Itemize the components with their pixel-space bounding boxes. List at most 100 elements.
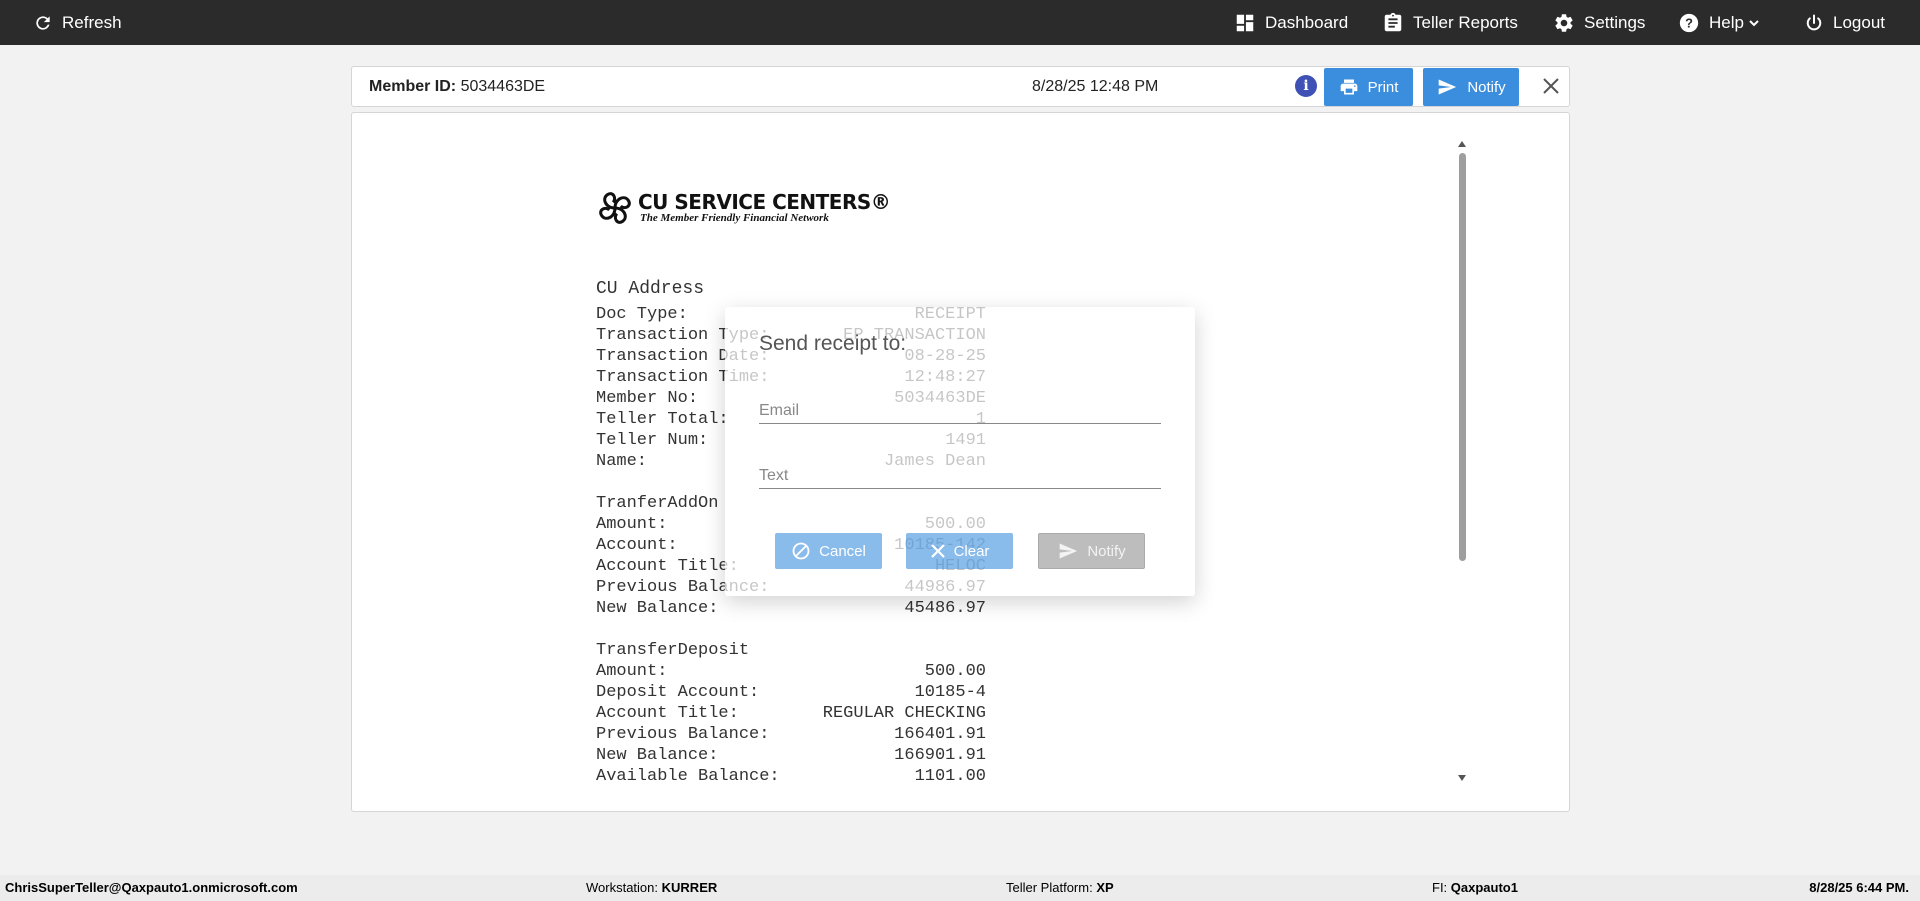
scroll-up-arrow[interactable] xyxy=(1458,141,1466,147)
receipt-datetime: 8/28/25 12:48 PM xyxy=(1032,78,1159,95)
text-field[interactable] xyxy=(759,457,1161,487)
nav-settings-label: Settings xyxy=(1584,12,1646,32)
fi-label: FI: xyxy=(1432,880,1448,895)
nav-help-label: Help xyxy=(1709,12,1744,32)
receipt-line-label: New Balance: xyxy=(596,746,719,765)
help-icon: ? xyxy=(1679,13,1699,32)
receipt-line-label: Available Balance: xyxy=(596,767,780,786)
platform-label: Teller Platform: xyxy=(1006,880,1093,895)
info-icon[interactable]: i xyxy=(1295,75,1317,97)
send-icon xyxy=(1438,79,1457,95)
section-title-text: TranferAddOn xyxy=(596,494,719,513)
print-label: Print xyxy=(1367,78,1399,96)
member-id-value: 5034463DE xyxy=(460,78,546,95)
power-icon xyxy=(1806,14,1822,30)
clipboard-icon xyxy=(1384,12,1402,31)
receipt-line-label: Teller Total: xyxy=(596,410,729,429)
dialog-notify-label: Notify xyxy=(1087,542,1126,560)
close-icon[interactable] xyxy=(1538,73,1564,99)
fi-value: Qaxpauto1 xyxy=(1450,880,1518,895)
receipt-address: CU Address xyxy=(596,275,986,304)
nav-dashboard[interactable]: Dashboard xyxy=(1234,0,1348,45)
notify-label: Notify xyxy=(1467,78,1506,96)
send-receipt-dialog: Send receipt to: Cancel Clear Notify xyxy=(725,307,1195,596)
footer-datetime: 8/28/25 6:44 PM. xyxy=(1809,880,1909,895)
nav-dashboard-label: Dashboard xyxy=(1265,12,1349,32)
workstation-value: KURRER xyxy=(661,880,718,895)
receipt-line-value: 1101.00 xyxy=(914,767,986,786)
chevron-down-icon xyxy=(1749,19,1759,26)
receipt-line: New Balance: 45486.97 xyxy=(596,598,986,619)
receipt-line: Deposit Account: 10185-4 xyxy=(596,682,986,703)
receipt-line-label: Member No: xyxy=(596,389,699,408)
block-icon xyxy=(792,542,810,560)
gear-icon xyxy=(1555,13,1573,32)
platform-value: XP xyxy=(1096,880,1114,895)
member-id: Member ID: 5034463DE xyxy=(369,78,545,96)
cancel-label: Cancel xyxy=(819,542,866,560)
receipt-line-label: Deposit Account: xyxy=(596,683,760,702)
clear-button[interactable]: Clear xyxy=(906,533,1013,569)
receipt-line: Previous Balance: 166401.91 xyxy=(596,724,986,745)
status-bar: ChrisSuperTeller@Qaxpauto1.onmicrosoft.c… xyxy=(0,875,1920,901)
dialog-title: Send receipt to: xyxy=(759,332,907,355)
section-title: TransferDeposit xyxy=(596,640,986,661)
receipt-line-label: Doc Type: xyxy=(596,305,688,324)
receipt-line-value: REGULAR CHECKING xyxy=(822,704,986,723)
footer-platform: Teller Platform: XP xyxy=(1006,880,1114,895)
print-button[interactable]: Print xyxy=(1324,68,1413,106)
receipt-line-label: Amount: xyxy=(596,662,668,681)
member-id-label: Member ID: xyxy=(369,78,457,95)
nav-teller-reports[interactable]: Teller Reports xyxy=(1382,0,1518,45)
receipt-header-bar: Member ID: 5034463DE 8/28/25 12:48 PM i … xyxy=(351,66,1570,107)
refresh-label: Refresh xyxy=(62,12,122,32)
receipt-scrollbar[interactable] xyxy=(1458,141,1466,781)
clear-label: Clear xyxy=(953,542,990,560)
receipt-line-value: 45486.97 xyxy=(904,599,986,618)
receipt-line-label: New Balance: xyxy=(596,599,719,618)
logo-title: CU SERVICE CENTERS® xyxy=(638,190,891,214)
dashboard-icon xyxy=(1236,14,1254,31)
dialog-notify-button[interactable]: Notify xyxy=(1038,533,1145,569)
logout-button[interactable]: Logout xyxy=(1804,0,1885,45)
close-icon xyxy=(930,544,945,558)
receipt-address-text: CU Address xyxy=(596,279,705,299)
email-field[interactable] xyxy=(759,392,1161,422)
top-nav-bar: Refresh Dashboard Teller Reports Setting… xyxy=(0,0,1920,45)
receipt-line: New Balance: 166901.91 xyxy=(596,745,986,766)
receipt-line-value: 166401.91 xyxy=(894,725,986,744)
receipt-line-label: Teller Num: xyxy=(596,431,709,450)
receipt-line-value: 10185-4 xyxy=(914,683,986,702)
receipt-line: Account Title: REGULAR CHECKING xyxy=(596,703,986,724)
receipt-line-value: 500.00 xyxy=(924,662,986,681)
cu-service-centers-logo: CU SERVICE CENTERS® The Member Friendly … xyxy=(596,188,891,228)
notify-button[interactable]: Notify xyxy=(1423,68,1519,106)
section-title-text: TransferDeposit xyxy=(596,641,750,660)
receipt-line-label: Previous Balance: xyxy=(596,725,770,744)
nav-settings[interactable]: Settings xyxy=(1553,0,1645,45)
refresh-button[interactable]: Refresh xyxy=(33,0,122,45)
receipt-line: Available Balance: 1101.00 xyxy=(596,766,986,787)
scroll-thumb[interactable] xyxy=(1459,153,1466,561)
text-field-wrapper xyxy=(759,457,1161,489)
logout-label: Logout xyxy=(1833,12,1885,32)
workstation-label: Workstation: xyxy=(586,880,659,895)
nav-help[interactable]: ? Help xyxy=(1678,0,1760,45)
footer-fi: FI: Qaxpauto1 xyxy=(1432,880,1518,895)
email-field-wrapper xyxy=(759,392,1161,424)
logo-swirl-icon xyxy=(599,192,631,224)
receipt-line-label: Amount: xyxy=(596,515,668,534)
send-icon xyxy=(1059,543,1078,559)
receipt-line-label: Account: xyxy=(596,536,678,555)
cancel-button[interactable]: Cancel xyxy=(775,533,882,569)
receipt-line: Amount: 500.00 xyxy=(596,661,986,682)
nav-teller-reports-label: Teller Reports xyxy=(1413,12,1518,32)
printer-icon xyxy=(1340,79,1357,95)
receipt-line-label: Account Title: xyxy=(596,557,739,576)
receipt-line-label: Name: xyxy=(596,452,648,471)
footer-workstation: Workstation: KURRER xyxy=(586,880,717,895)
refresh-icon xyxy=(36,15,50,30)
footer-user: ChrisSuperTeller@Qaxpauto1.onmicrosoft.c… xyxy=(5,880,298,895)
svg-text:?: ? xyxy=(1685,15,1693,30)
scroll-down-arrow[interactable] xyxy=(1458,775,1466,781)
